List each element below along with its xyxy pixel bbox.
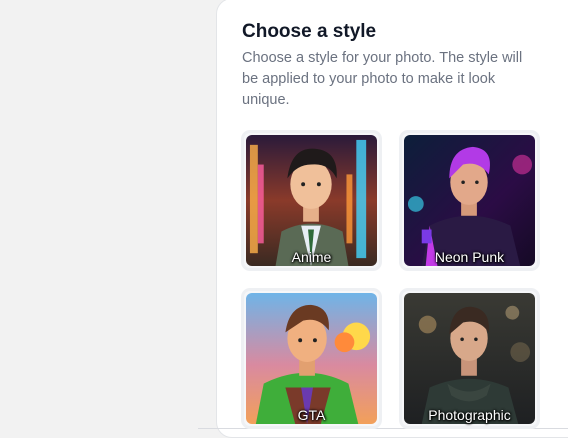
style-card-gta[interactable]: GTA bbox=[241, 288, 382, 429]
style-label-neon-punk: Neon Punk bbox=[434, 249, 505, 265]
anime-style-thumbnail bbox=[246, 135, 377, 266]
photographic-style-thumbnail bbox=[404, 293, 535, 424]
gta-style-thumbnail bbox=[246, 293, 377, 424]
neon-punk-style-thumbnail bbox=[404, 135, 535, 266]
style-label-photographic: Photographic bbox=[428, 407, 511, 423]
style-card-photographic[interactable]: Photographic bbox=[399, 288, 540, 429]
style-card-anime[interactable]: Anime bbox=[241, 130, 382, 271]
panel-title: Choose a style bbox=[242, 21, 377, 42]
style-card-neon-punk[interactable]: Neon Punk bbox=[399, 130, 540, 271]
style-label-anime: Anime bbox=[291, 249, 332, 265]
style-label-gta: GTA bbox=[297, 407, 326, 423]
panel-description: Choose a style for your photo. The style… bbox=[242, 50, 523, 108]
